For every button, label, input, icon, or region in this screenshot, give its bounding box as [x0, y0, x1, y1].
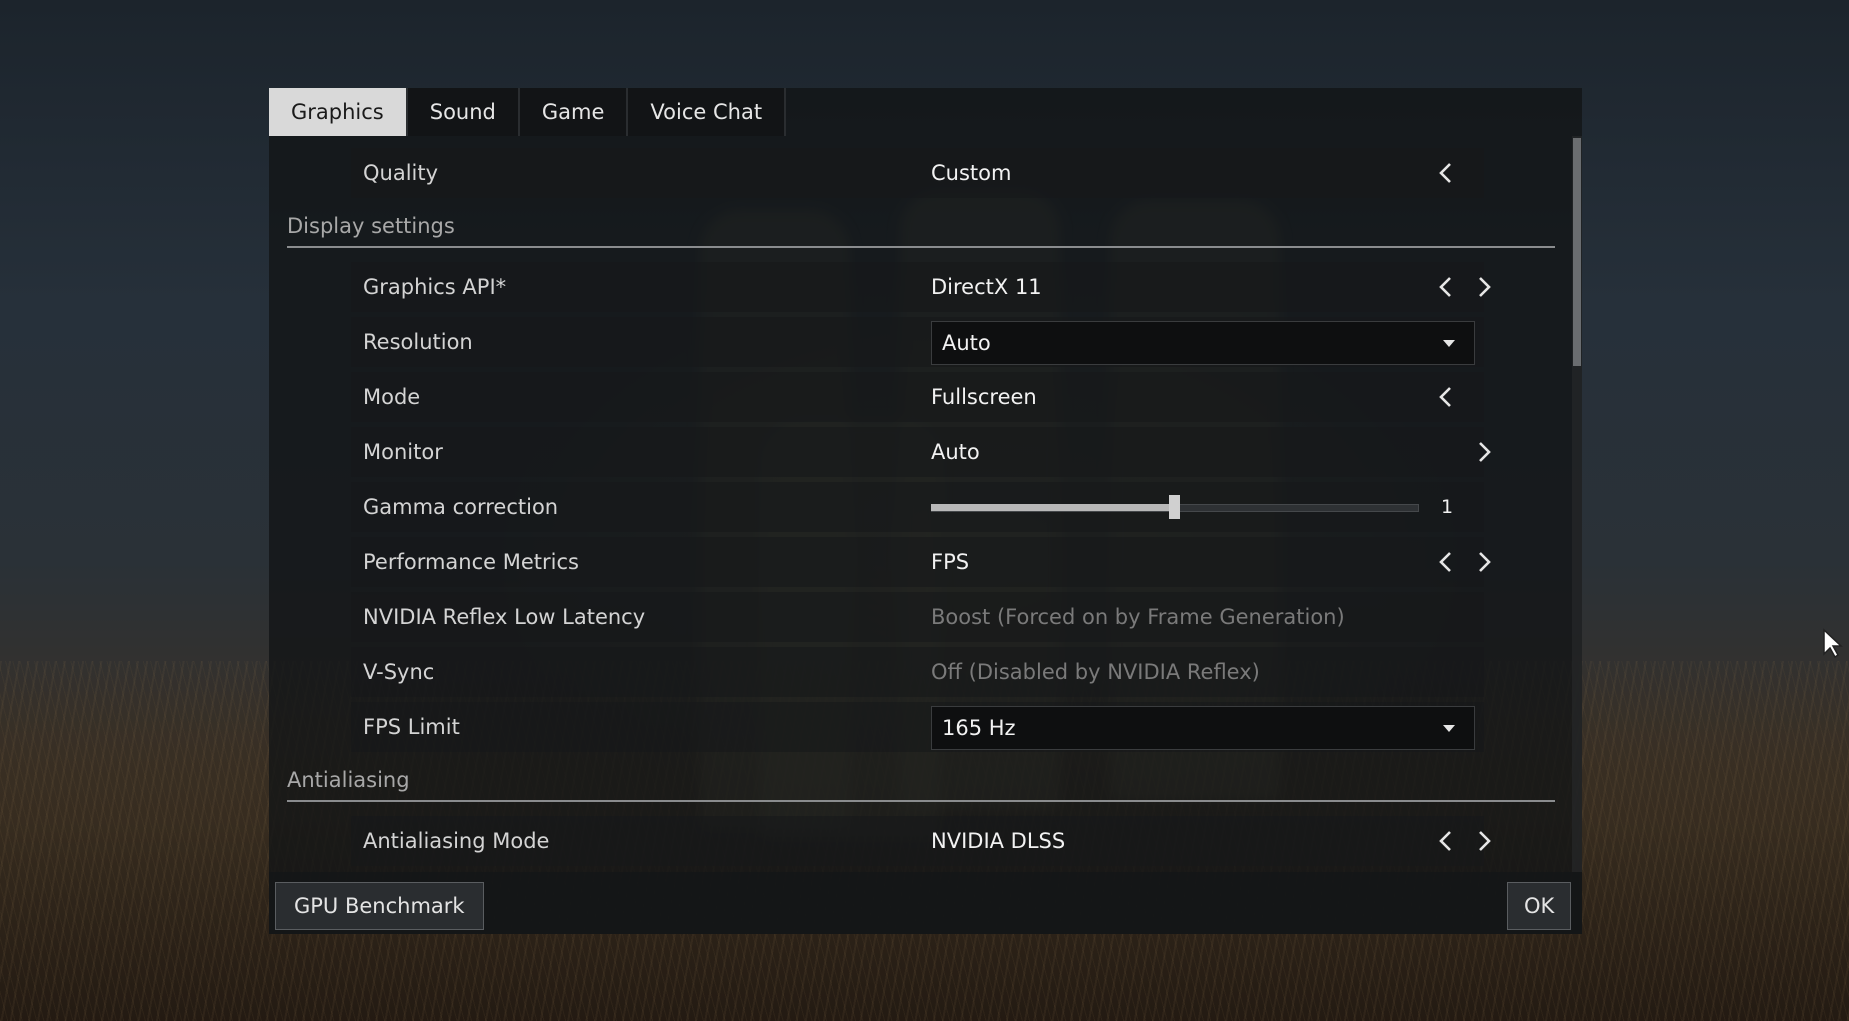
- fps-limit-value: 165 Hz: [942, 716, 1016, 740]
- antialiasing-mode-value: NVIDIA DLSS: [931, 829, 1066, 853]
- mode-value: Fullscreen: [931, 385, 1037, 409]
- resolution-row: Resolution Auto: [351, 317, 1484, 367]
- fps-limit-label: FPS Limit: [363, 715, 460, 739]
- section-title: Antialiasing: [287, 768, 410, 792]
- tab-voice-chat[interactable]: Voice Chat: [628, 88, 787, 136]
- fps-limit-dropdown[interactable]: 165 Hz: [931, 706, 1475, 750]
- chevron-left-icon[interactable]: [1433, 274, 1459, 300]
- section-display-settings: Display settings: [287, 208, 1555, 248]
- section-title: Display settings: [287, 214, 455, 238]
- caret-down-icon: [1443, 725, 1455, 732]
- gpu-benchmark-button[interactable]: GPU Benchmark: [275, 882, 484, 930]
- quality-row: Quality Custom: [351, 148, 1484, 198]
- resolution-label: Resolution: [363, 330, 473, 354]
- tab-game[interactable]: Game: [519, 88, 629, 136]
- reflex-value: Boost (Forced on by Frame Generation): [931, 605, 1345, 629]
- performance-metrics-row: Performance Metrics FPS: [351, 537, 1491, 587]
- tab-bar: Graphics Sound Game Voice Chat: [269, 88, 787, 136]
- mode-row: Mode Fullscreen: [351, 372, 1484, 422]
- resolution-value: Auto: [942, 331, 991, 355]
- quality-label: Quality: [363, 161, 439, 185]
- resolution-dropdown[interactable]: Auto: [931, 321, 1475, 365]
- section-antialiasing: Antialiasing: [287, 762, 1555, 802]
- monitor-row: Monitor Auto: [351, 427, 1491, 477]
- settings-dialog: Graphics Sound Game Voice Chat Quality C…: [269, 88, 1582, 934]
- chevron-right-icon[interactable]: [1471, 549, 1497, 575]
- gamma-label: Gamma correction: [363, 495, 559, 519]
- gamma-value: 1: [1441, 496, 1454, 518]
- tab-sound[interactable]: Sound: [407, 88, 520, 136]
- caret-down-icon: [1443, 340, 1455, 347]
- chevron-left-icon[interactable]: [1433, 384, 1459, 410]
- chevron-right-icon[interactable]: [1471, 274, 1497, 300]
- scrollbar-thumb[interactable]: [1573, 138, 1581, 366]
- vsync-value: Off (Disabled by NVIDIA Reflex): [931, 660, 1260, 684]
- slider-thumb[interactable]: [1169, 495, 1180, 519]
- fps-limit-row: FPS Limit 165 Hz: [351, 702, 1484, 752]
- chevron-right-icon[interactable]: [1471, 439, 1497, 465]
- gamma-slider[interactable]: [931, 495, 1419, 519]
- monitor-label: Monitor: [363, 440, 443, 464]
- quality-value: Custom: [931, 161, 1012, 185]
- monitor-value: Auto: [931, 440, 980, 464]
- slider-fill: [931, 504, 1174, 511]
- performance-metrics-label: Performance Metrics: [363, 550, 579, 574]
- mode-label: Mode: [363, 385, 421, 409]
- reflex-row: NVIDIA Reflex Low Latency Boost (Forced …: [351, 592, 1484, 642]
- reflex-label: NVIDIA Reflex Low Latency: [363, 605, 646, 629]
- vsync-row: V-Sync Off (Disabled by NVIDIA Reflex): [351, 647, 1484, 697]
- graphics-api-value: DirectX 11: [931, 275, 1042, 299]
- chevron-left-icon[interactable]: [1433, 549, 1459, 575]
- dialog-footer: GPU Benchmark OK: [269, 872, 1582, 934]
- tab-graphics[interactable]: Graphics: [269, 88, 408, 136]
- graphics-api-label: Graphics API*: [363, 275, 507, 299]
- mouse-cursor-icon: [1822, 628, 1844, 666]
- scrollbar[interactable]: [1572, 136, 1582, 872]
- chevron-right-icon[interactable]: [1471, 828, 1497, 854]
- ok-button[interactable]: OK: [1507, 882, 1572, 930]
- chevron-left-icon[interactable]: [1433, 828, 1459, 854]
- antialiasing-mode-label: Antialiasing Mode: [363, 829, 550, 853]
- graphics-api-row: Graphics API* DirectX 11: [351, 262, 1491, 312]
- vsync-label: V-Sync: [363, 660, 435, 684]
- gamma-row: Gamma correction 1: [351, 482, 1484, 532]
- performance-metrics-value: FPS: [931, 550, 970, 574]
- antialiasing-mode-row: Antialiasing Mode NVIDIA DLSS: [351, 816, 1491, 866]
- chevron-left-icon[interactable]: [1433, 160, 1459, 186]
